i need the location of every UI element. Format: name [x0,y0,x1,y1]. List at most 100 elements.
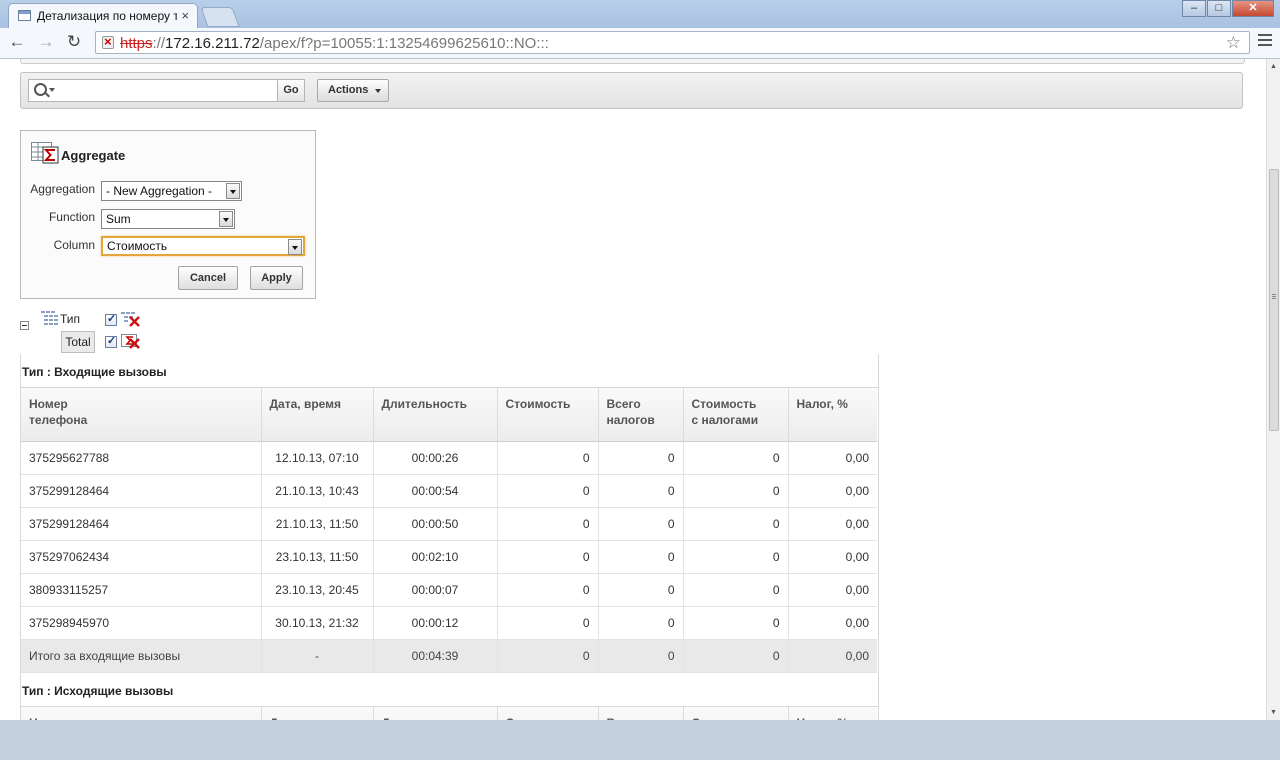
go-button[interactable]: Go [277,79,305,102]
column-header[interactable]: Дата, время [261,388,374,442]
function-row: Function Sum [21,208,317,230]
table-cell: 00:00:50 [373,507,498,541]
column-header[interactable]: Номертелефона [21,388,262,442]
total-cell: 0 [598,639,684,673]
new-tab-button[interactable] [200,7,240,27]
table-cell: 0 [497,606,599,640]
page-favicon-icon [18,10,31,21]
back-arrow-icon[interactable]: ← [7,32,27,52]
scroll-up-arrow-icon[interactable]: ▲ [1270,63,1277,70]
forward-arrow-icon[interactable]: → [36,32,56,52]
minimize-button[interactable]: ‒ [1182,0,1206,17]
column-header[interactable]: Стоимостьс налогами [683,707,789,720]
function-label: Function [48,210,95,224]
tab-close-icon[interactable]: × [181,8,189,23]
table-cell: 0 [683,540,789,574]
browser-titlebar: Детализация по номеру т × ‒ □ ✕ [0,0,1280,28]
column-header[interactable]: Длительность [373,707,498,720]
function-select[interactable]: Sum [101,209,235,229]
table-cell: 0 [598,573,684,607]
chevron-down-icon [375,89,381,93]
total-cell: 00:04:39 [373,639,498,673]
search-input[interactable] [57,82,276,101]
actions-label: Actions [328,84,369,96]
table-cell: 21.10.13, 11:50 [261,507,374,541]
table-cell: 0 [497,441,599,475]
collapse-toggle-icon[interactable] [20,321,29,330]
total-label: Total [61,331,95,353]
table-row: 375299128464 21.10.13, 11:50 00:00:50 0 0 0 0,… [21,507,877,541]
table-cell: 375298945970 [21,606,262,640]
table-cell: 00:00:07 [373,573,498,607]
table-row: 375299128464 21.10.13, 10:43 00:00:54 0 0 0 0,… [21,474,877,508]
total-cell: 0,00 [788,639,877,673]
column-header[interactable]: Всегоналогов [598,388,684,442]
delete-aggregate-icon[interactable] [121,333,141,349]
column-select[interactable]: Стоимость [101,236,305,256]
table-cell: 0 [598,540,684,574]
aggregation-select-value: - New Aggregation - [106,184,213,198]
table-cell: 0,00 [788,441,877,475]
report-region: Тип : Входящие вызовы Номер телефона Дата, … [20,354,879,720]
os-taskbar [0,720,1280,760]
table-cell: 00:00:26 [373,441,498,475]
table-cell: 0 [683,573,789,607]
table-cell: 0 [497,540,599,574]
group-by-column-label: Тип [60,312,81,326]
total-enable-checkbox[interactable] [105,334,117,348]
group-by-icon [41,311,58,325]
actions-menu-button[interactable]: Actions [317,79,389,102]
column-header[interactable]: Стоимостьс налогами [683,388,789,442]
aggregate-panel: Aggregate Aggregation - New Aggregation … [20,130,316,299]
table-cell: 375295627788 [21,441,262,475]
reload-icon[interactable]: ↻ [64,32,84,52]
column-header-line1: Стоимость [505,397,571,411]
search-column-caret-icon[interactable] [49,88,55,92]
column-header[interactable]: Стоимость [497,388,599,442]
page-scrollbar[interactable]: ▲ ▼ [1266,59,1280,720]
group-total-row: Итого за входящие вызовы -00:04:39 0 0 0 0,00 [21,639,877,673]
cancel-button[interactable]: Cancel [178,266,238,290]
group-by-enable-checkbox[interactable] [105,312,117,326]
column-header[interactable]: Стоимость [497,707,599,720]
column-header[interactable]: Налог, % [788,388,877,442]
column-header-line1: Дата, время [269,397,342,411]
search-field[interactable] [28,79,278,102]
column-row: Column Стоимость [21,236,317,258]
chevron-down-icon [226,183,240,199]
search-icon[interactable] [34,83,47,96]
table-cell: 0 [598,507,684,541]
column-header-line1: Всего [606,397,641,411]
table-row: 380933115257 23.10.13, 20:45 00:00:07 0 0 0 0,… [21,573,877,607]
column-header[interactable]: Всегоналогов [598,707,684,720]
column-header[interactable]: Длительность [373,388,498,442]
delete-group-by-icon[interactable] [121,311,141,327]
scroll-down-arrow-icon[interactable]: ▼ [1270,709,1277,716]
scrollbar-thumb[interactable] [1269,169,1279,431]
page-content: Go Actions Aggregate Aggregation - New A… [0,59,1266,720]
browser-toolbar: ← → ↻ https://172.16.211.72/apex/f?p=100… [0,28,1280,59]
table-cell: 0 [497,573,599,607]
chevron-down-icon [219,211,233,227]
column-header[interactable]: Дата, время [261,707,374,720]
maximize-button[interactable]: □ [1207,0,1231,17]
bookmark-star-icon[interactable]: ☆ [1226,33,1241,53]
address-bar[interactable]: https://172.16.211.72/apex/f?p=10055:1:1… [95,31,1250,54]
url-scheme: https [120,35,153,52]
aggregation-select[interactable]: - New Aggregation - [101,181,242,201]
apply-button[interactable]: Apply [250,266,303,290]
chevron-down-icon [288,239,302,255]
tab-title: Детализация по номеру т [37,9,177,23]
scrollbar-grip-icon [1272,294,1276,295]
browser-menu-icon[interactable] [1258,34,1272,47]
column-header[interactable]: Номертелефона [21,707,262,720]
column-header[interactable]: Налог, % [788,707,877,720]
insecure-lock-icon[interactable] [102,34,114,49]
aggregation-row: Aggregation - New Aggregation - [21,180,317,202]
browser-tab-active[interactable]: Детализация по номеру т × [8,3,198,28]
function-select-value: Sum [106,212,131,226]
close-window-button[interactable]: ✕ [1232,0,1274,17]
table-row: 375297062434 23.10.13, 11:50 00:02:10 0 0 0 0,… [21,540,877,574]
column-header-line2: телефона [29,413,88,427]
table-cell: 0 [683,441,789,475]
